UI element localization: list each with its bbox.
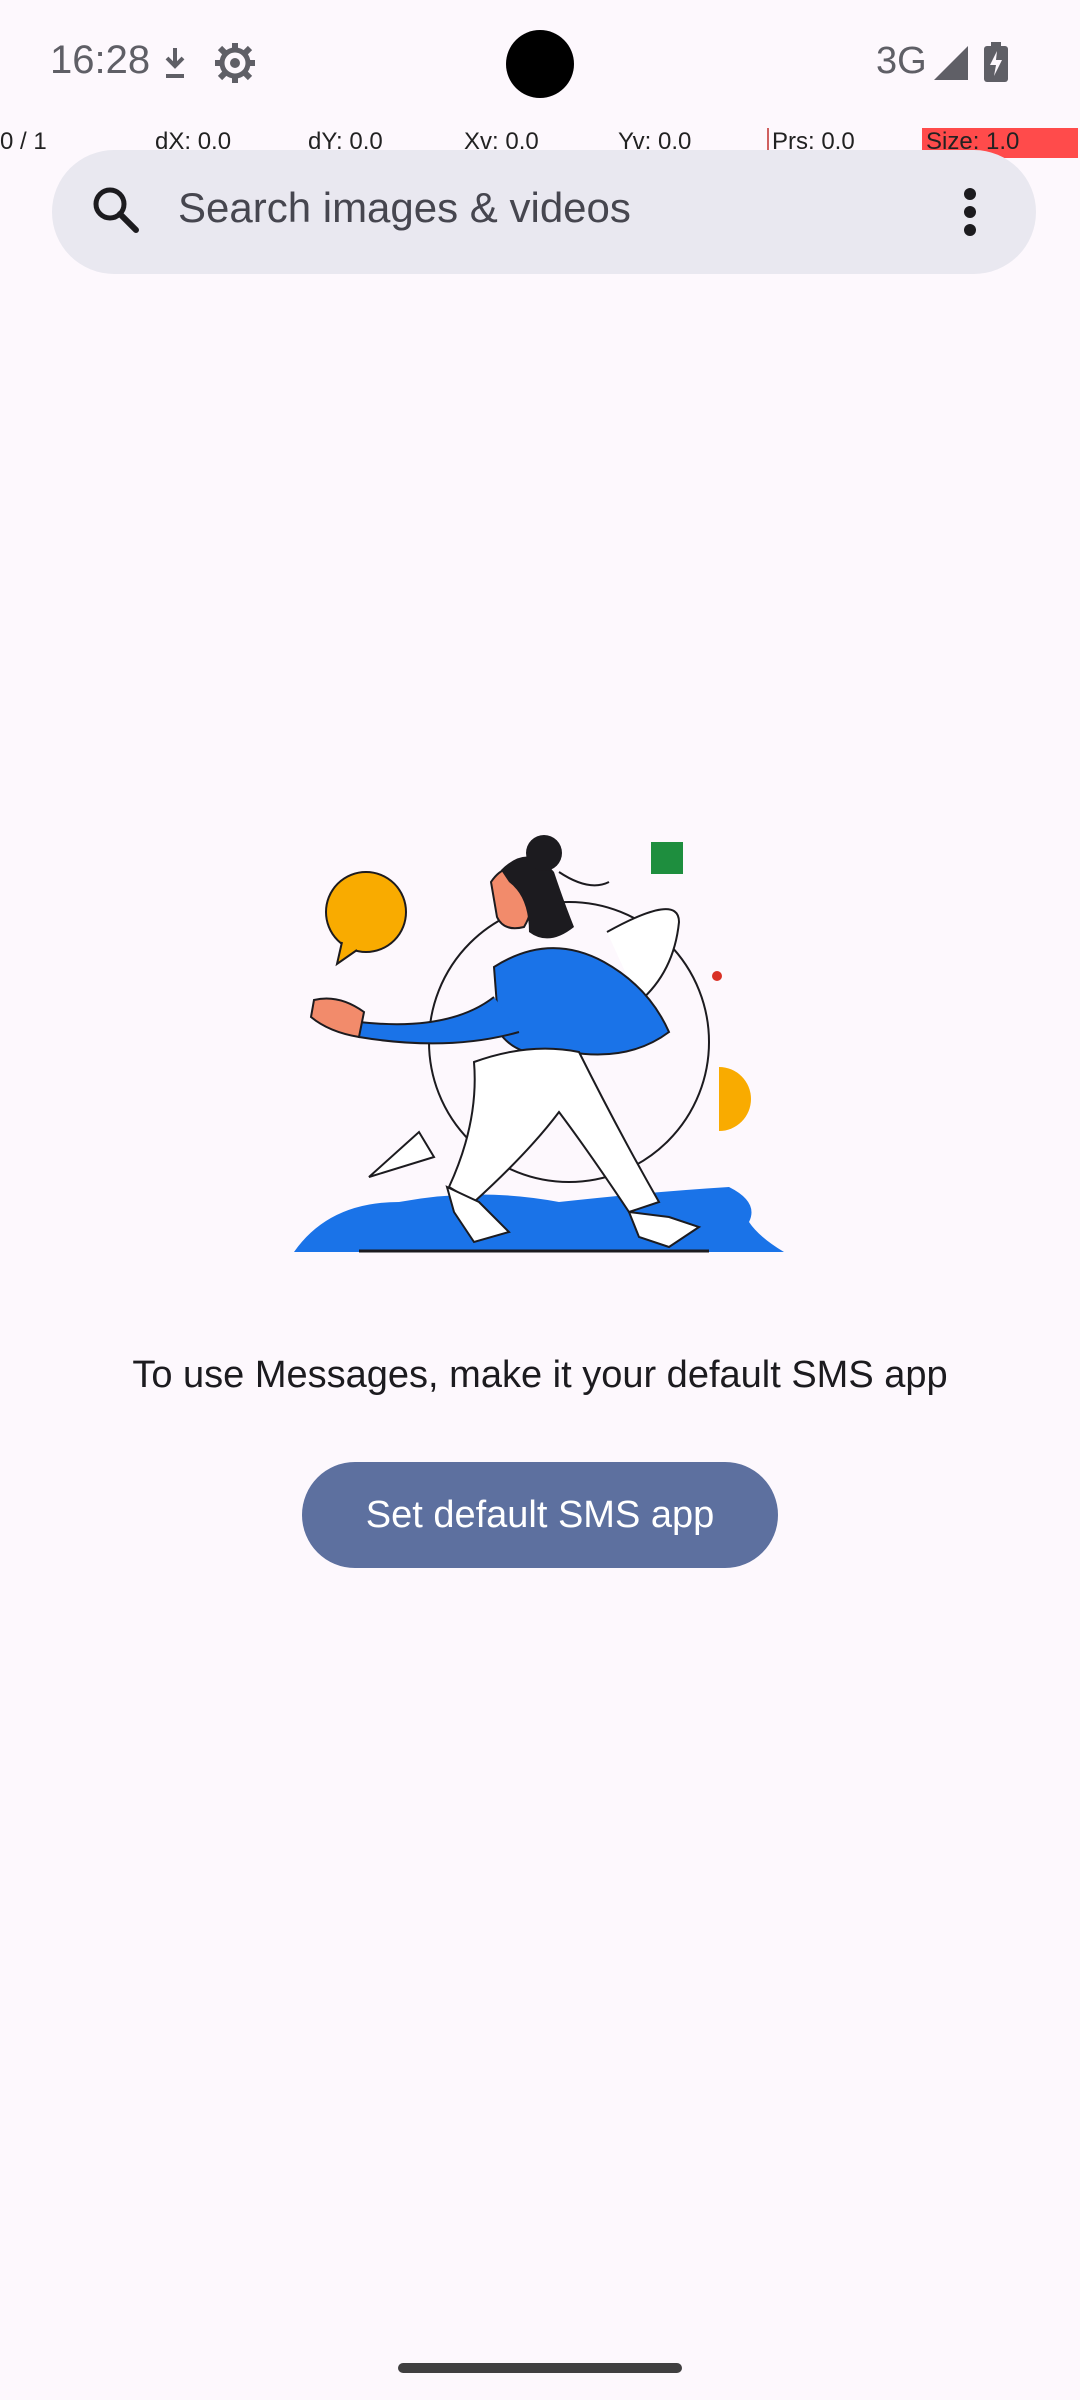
- default-sms-message: To use Messages, make it your default SM…: [132, 1354, 948, 1396]
- more-vert-icon[interactable]: [930, 166, 1010, 258]
- search-icon[interactable]: [86, 180, 146, 240]
- network-type: 3G: [876, 40, 927, 82]
- download-icon: [165, 48, 185, 78]
- battery-charging-icon: [984, 42, 1008, 82]
- gear-icon: [215, 43, 255, 83]
- camera-cutout: [506, 30, 574, 98]
- gesture-nav-handle[interactable]: [398, 2363, 682, 2373]
- status-time: 16:28: [50, 38, 151, 82]
- set-default-sms-button[interactable]: Set default SMS app: [302, 1462, 778, 1568]
- overlay-pointer-count: 0 / 1: [0, 128, 47, 155]
- empty-state-illustration: [294, 835, 784, 1253]
- signal-icon: [934, 46, 968, 80]
- search-input[interactable]: Search images & videos: [178, 184, 631, 232]
